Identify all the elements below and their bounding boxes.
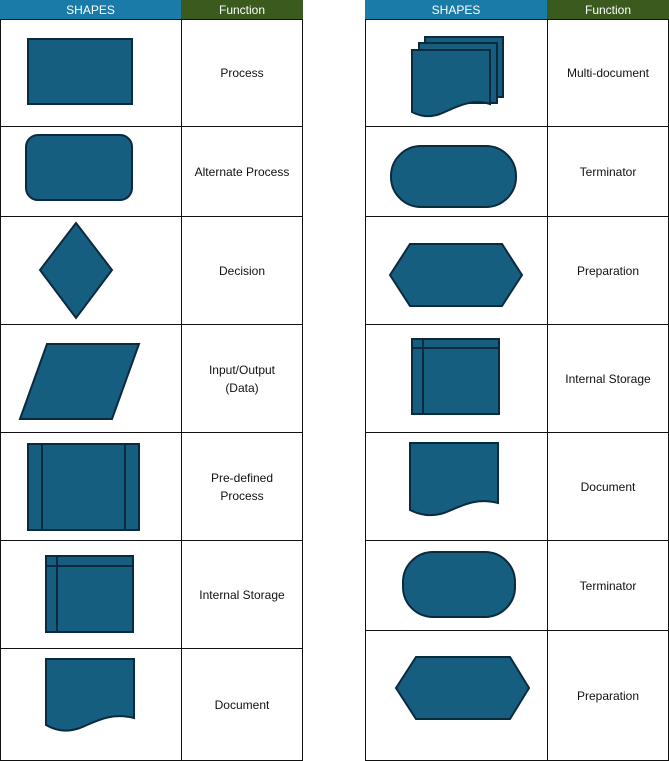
- terminator-shape: [402, 551, 516, 618]
- multi-document-shape: [411, 36, 504, 118]
- decision-shape: [38, 221, 114, 320]
- flowchart-shapes: [18, 36, 531, 732]
- terminator-shape: [390, 145, 517, 208]
- document-shape: [409, 442, 499, 517]
- alternate-process-shape: [25, 134, 133, 201]
- input-output-shape: [18, 343, 141, 420]
- preparation-shape: [394, 656, 531, 720]
- internal-storage-shape: [45, 555, 134, 633]
- document-shape: [45, 658, 135, 732]
- internal-storage-shape: [411, 338, 500, 415]
- preparation-shape: [388, 243, 524, 307]
- process-shape: [27, 38, 133, 105]
- predefined-process-shape: [27, 443, 140, 531]
